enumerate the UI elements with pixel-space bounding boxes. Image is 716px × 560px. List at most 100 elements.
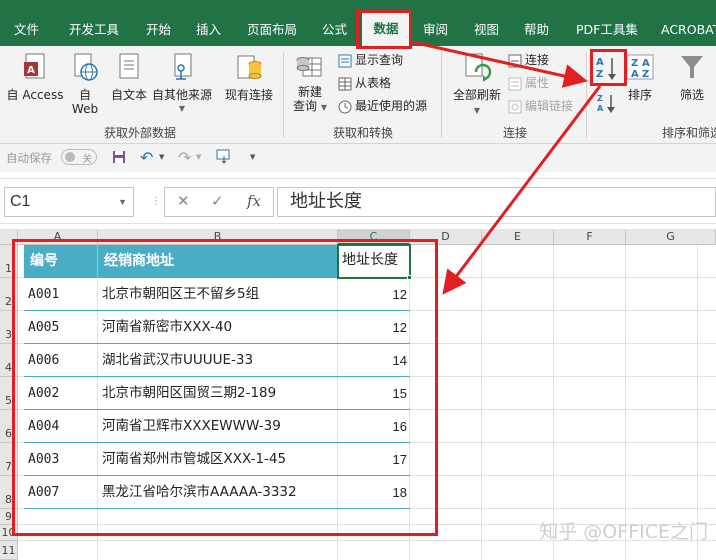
from-other-sources-button[interactable]: 自其他来源 ▼ (150, 52, 214, 116)
sort-button[interactable]: ZAAZ 排序 (624, 52, 656, 102)
formula-input[interactable]: 地址长度 (277, 187, 716, 217)
header-cell-address[interactable]: 经销商地址 (98, 245, 338, 278)
chevron-down-icon[interactable]: ▼ (196, 153, 201, 161)
row-header-1[interactable]: 1 (0, 245, 18, 278)
new-query-label-2: 查询 (293, 99, 318, 113)
tab-formulas[interactable]: 公式 (322, 20, 347, 40)
select-all-corner[interactable] (0, 229, 18, 245)
svg-text:A: A (27, 65, 35, 76)
edit-links-button[interactable]: 编辑链接 (508, 98, 573, 114)
header-cell-length[interactable]: 地址长度 (337, 244, 411, 279)
tab-file[interactable]: 文件 (14, 20, 39, 40)
filter-button[interactable]: 筛选 (672, 52, 712, 102)
from-access-button[interactable]: A 自 Access (4, 52, 66, 102)
tab-insert[interactable]: 插入 (196, 20, 221, 40)
header-cell-id[interactable]: 编号 (24, 245, 98, 278)
tab-help[interactable]: 帮助 (524, 20, 549, 40)
chevron-down-icon[interactable]: ▼ (118, 188, 127, 216)
cell-address[interactable]: 河南省新密市XXX-40 (98, 311, 338, 344)
column-header-c[interactable]: C (338, 229, 410, 245)
insert-function-icon[interactable]: fx (247, 192, 261, 210)
worksheet-grid[interactable]: A B C D E F G 1 2 3 4 5 6 7 8 9 10 11 编号… (0, 229, 716, 560)
column-header-d[interactable]: D (410, 229, 482, 245)
gridline (697, 245, 698, 560)
enter-icon[interactable]: ✓ (211, 192, 224, 210)
from-web-button[interactable]: 自 Web (68, 52, 102, 116)
cell-id[interactable]: A002 (24, 377, 98, 410)
chevron-down-icon[interactable]: ▼ (159, 153, 164, 161)
edit-links-icon (508, 100, 522, 114)
show-queries-button[interactable]: 显示查询 (338, 52, 403, 68)
cell-address[interactable]: 黑龙江省哈尔滨市AAAAA-3332 (98, 476, 338, 509)
sort-descending-button[interactable]: ZA (596, 92, 622, 114)
cell-address[interactable]: 河南省卫辉市XXXEWWW-39 (98, 410, 338, 443)
row-header-3[interactable]: 3 (0, 311, 18, 344)
tab-home[interactable]: 开始 (146, 20, 171, 40)
column-header-e[interactable]: E (482, 229, 554, 245)
sort-ascending-icon: AZ (594, 54, 624, 84)
name-box[interactable]: C1 ▼ (4, 187, 134, 217)
undo-icon[interactable]: ↶ (140, 148, 153, 167)
cell-id[interactable]: A004 (24, 410, 98, 443)
redo-icon[interactable]: ↷ (178, 148, 191, 167)
resize-dots-icon[interactable]: ⋮ (151, 197, 161, 207)
row-header-5[interactable]: 5 (0, 377, 18, 410)
from-text-button[interactable]: 自文本 (106, 52, 152, 102)
column-header-f[interactable]: F (554, 229, 626, 245)
cell-length[interactable]: 17 (338, 443, 410, 476)
from-table-button[interactable]: 从表格 (338, 75, 391, 91)
row-header-2[interactable]: 2 (0, 278, 18, 311)
from-other-sources-label: 自其他来源 (151, 88, 212, 102)
cell-address[interactable]: 北京市朝阳区国贸三期2-189 (98, 377, 338, 410)
autosave-toggle[interactable]: 关 (61, 149, 97, 165)
tab-developer[interactable]: 开发工具 (69, 20, 119, 40)
cell-id[interactable]: A005 (24, 311, 98, 344)
connections-button[interactable]: 连接 (508, 52, 549, 68)
sort-ascending-button[interactable]: AZ (594, 54, 624, 84)
row-header-8[interactable]: 8 (0, 476, 18, 509)
cell-length[interactable]: 14 (338, 344, 410, 377)
group-label-get-external-data: 获取外部数据 (104, 126, 177, 140)
save-icon[interactable] (112, 150, 126, 167)
row-header-4[interactable]: 4 (0, 344, 18, 377)
tab-pdf-tools[interactable]: PDF工具集 (576, 20, 638, 40)
tab-acrobat[interactable]: ACROBAT (661, 20, 716, 40)
cell-id[interactable]: A003 (24, 443, 98, 476)
table-icon (338, 77, 352, 91)
cell-id[interactable]: A006 (24, 344, 98, 377)
cell-length[interactable]: 12 (338, 311, 410, 344)
tab-page-layout[interactable]: 页面布局 (247, 20, 297, 40)
svg-text:A: A (631, 69, 639, 80)
new-query-button[interactable]: 新建 查询 ▼ (292, 52, 328, 115)
tab-data[interactable]: 数据 (362, 12, 410, 46)
refresh-all-button[interactable]: 全部刷新 ▼ (450, 52, 504, 118)
column-header-g[interactable]: G (626, 229, 716, 245)
tab-view[interactable]: 视图 (474, 20, 499, 40)
recent-sources-button[interactable]: 最近使用的源 (338, 98, 427, 114)
cell-length[interactable]: 15 (338, 377, 410, 410)
customize-qat-icon[interactable]: ▼ (250, 153, 255, 161)
cell-length[interactable]: 18 (338, 476, 410, 509)
row-header-11[interactable]: 11 (0, 541, 18, 560)
text-file-icon (116, 52, 142, 82)
ribbon-data: A 自 Access 自 Web 自文本 自其他来源 ▼ 现有连接 获取外部数据 (0, 46, 716, 144)
cell-id[interactable]: A001 (24, 278, 98, 311)
existing-connections-button[interactable]: 现有连接 (222, 52, 276, 102)
filter-label: 筛选 (679, 88, 704, 102)
properties-button[interactable]: 属性 (508, 75, 549, 91)
cell-id[interactable]: A007 (24, 476, 98, 509)
touch-mode-icon[interactable] (216, 149, 232, 168)
cell-length[interactable]: 16 (338, 410, 410, 443)
cell-address[interactable]: 湖北省武汉市UUUUE-33 (98, 344, 338, 377)
column-header-b[interactable]: B (98, 229, 338, 245)
cell-length[interactable]: 12 (338, 278, 410, 311)
tab-review[interactable]: 审阅 (423, 20, 448, 40)
row-header-9[interactable]: 9 (0, 509, 18, 525)
cell-address[interactable]: 北京市朝阳区王不留乡5组 (98, 278, 338, 311)
row-header-6[interactable]: 6 (0, 410, 18, 443)
column-header-a[interactable]: A (18, 229, 98, 245)
row-header-7[interactable]: 7 (0, 443, 18, 476)
row-header-10[interactable]: 10 (0, 525, 18, 541)
cancel-icon[interactable]: ✕ (177, 192, 190, 210)
cell-address[interactable]: 河南省郑州市管城区XXX-1-45 (98, 443, 338, 476)
